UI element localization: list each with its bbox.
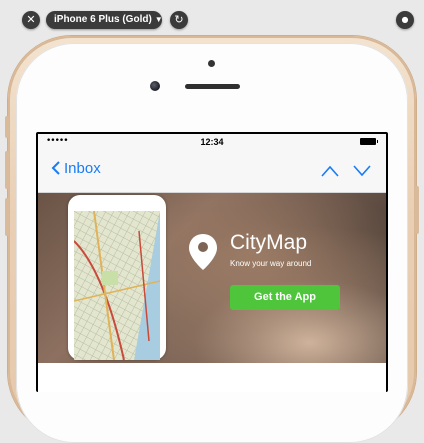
home-icon[interactable]: ● xyxy=(396,11,414,29)
get-the-app-button[interactable]: Get the App xyxy=(230,285,340,310)
volume-down-button xyxy=(5,198,9,236)
earpiece-speaker xyxy=(185,84,240,89)
chevron-down-icon[interactable] xyxy=(352,164,372,178)
app-preview-phone xyxy=(68,195,166,360)
rotate-icon[interactable]: ↻ xyxy=(170,11,188,29)
app-promo-banner: CityMap Know your way around Get the App xyxy=(38,193,386,363)
back-label: Inbox xyxy=(64,160,101,177)
battery-icon xyxy=(360,138,378,145)
navigation-bar: Inbox xyxy=(38,152,386,193)
app-tagline: Know your way around xyxy=(230,259,312,268)
close-icon[interactable]: ✕ xyxy=(22,11,40,29)
mute-switch xyxy=(5,116,9,138)
phone-screen: ••••• 12:34 Inbox CityMap Know your way … xyxy=(36,132,388,392)
map-screenshot xyxy=(74,211,160,360)
power-button xyxy=(415,186,419,234)
proximity-sensor xyxy=(208,60,215,67)
chevron-left-icon xyxy=(51,161,60,175)
app-name: CityMap xyxy=(230,231,308,254)
caret-down-icon: ▼ xyxy=(154,15,162,24)
device-selector-label: iPhone 6 Plus (Gold) xyxy=(54,14,152,25)
front-camera-icon xyxy=(150,81,160,91)
map-pin-icon xyxy=(189,234,217,270)
chevron-up-icon[interactable] xyxy=(320,164,340,178)
volume-up-button xyxy=(5,151,9,189)
device-selector[interactable]: iPhone 6 Plus (Gold) ▼ xyxy=(46,11,162,29)
status-bar: ••••• 12:34 xyxy=(38,134,386,152)
back-to-inbox-button[interactable]: Inbox xyxy=(50,160,101,177)
simulator-toolbar: ✕ iPhone 6 Plus (Gold) ▼ ↻ ● xyxy=(0,0,424,40)
email-body xyxy=(38,363,386,392)
status-time: 12:34 xyxy=(200,137,224,147)
mail-app: ••••• 12:34 Inbox CityMap Know your way … xyxy=(38,134,386,392)
